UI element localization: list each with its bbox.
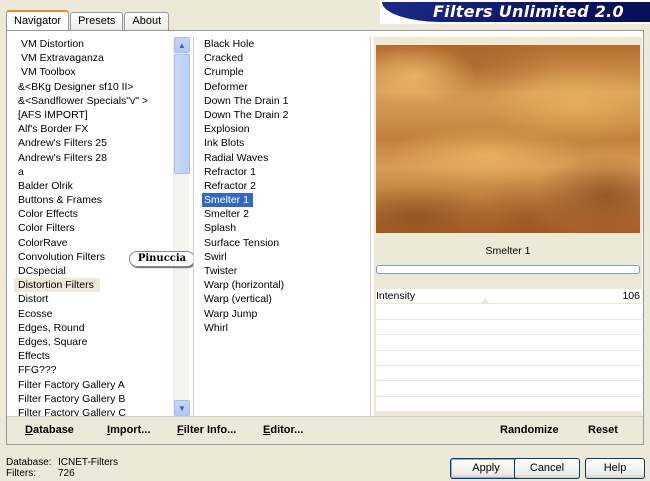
slider-row-empty [376,365,642,382]
category-item[interactable]: Buttons & Frames [9,193,189,207]
category-item[interactable]: Filter Factory Gallery B [9,392,189,406]
filter-item[interactable]: Warp (vertical) [194,292,370,306]
filter-item[interactable]: Splash [194,221,370,235]
slider-row-empty [376,396,642,413]
category-item[interactable]: Balder Olrik [9,179,189,193]
filter-item[interactable]: Twister [194,264,370,278]
filter-item[interactable]: Down The Drain 1 [194,94,370,108]
slider-row-empty [376,304,642,320]
progress-bar [376,265,640,274]
category-item[interactable]: FFG??? [9,363,189,377]
category-item[interactable]: Color Filters [9,221,189,235]
slider-value: 106 [622,290,640,302]
tab-navigator[interactable]: Navigator [6,10,70,31]
category-item[interactable]: Andrew's Filters 25 [9,136,189,150]
database-button[interactable]: Database [25,424,74,436]
filter-item[interactable]: Warp (horizontal) [194,278,370,292]
help-button[interactable]: Help [585,458,645,479]
filter-item[interactable]: Smelter 2 [194,207,370,221]
category-item[interactable]: Distortion Filters [9,278,189,293]
preview-area: Smelter 1 Intensity 106 [374,37,642,416]
filter-item[interactable]: Refractor 1 [194,165,370,179]
filter-list[interactable]: Black Hole Cracked Crumple Deformer Down The… [193,37,371,416]
panel-toolbar: Database Import... Filter Info... Editor… [7,416,643,444]
filter-item[interactable]: Ink Blots [194,136,370,150]
preview-image [376,45,640,233]
filter-item[interactable]: Smelter 1 [194,193,370,208]
category-item[interactable]: Filter Factory Gallery A [9,378,189,392]
filter-item[interactable]: Cracked [194,51,370,65]
slider-row-empty [376,350,642,366]
category-list[interactable]: VM Distortion VM Extravaganza VM Toolbox &<… [9,37,195,419]
filter-item[interactable]: Black Hole [194,37,370,51]
slider-list: Intensity 106 [376,289,642,413]
cancel-button[interactable]: Cancel [514,458,580,479]
filter-item[interactable]: Refractor 2 [194,179,370,193]
database-label: Database: [6,457,52,468]
status-info: Database: ICNET-Filters Filters: 726 [6,457,118,479]
category-item[interactable]: VM Extravaganza [9,51,189,65]
category-item[interactable]: Edges, Square [9,335,189,349]
filter-item[interactable]: Crumple [194,65,370,79]
slider-thumb-icon[interactable] [480,298,490,304]
category-item[interactable]: &<BKg Designer sf10 II> [9,80,189,94]
scroll-down-icon[interactable]: ▼ [174,400,190,416]
filter-item[interactable]: Surface Tension [194,236,370,250]
randomize-button[interactable]: Randomize [500,424,559,436]
filter-item-selected[interactable]: Smelter 1 [202,193,253,208]
filter-item[interactable]: Warp Jump [194,307,370,321]
filter-item[interactable]: Whirl [194,321,370,335]
apply-button[interactable]: Apply [450,458,522,479]
category-item[interactable]: VM Toolbox [9,65,189,79]
category-item[interactable]: ColorRave [9,236,189,250]
category-item[interactable]: Edges, Round [9,321,189,335]
import-button[interactable]: Import... [107,424,150,436]
category-item[interactable]: [AFS IMPORT] [9,108,189,122]
slider-row-empty [376,319,642,336]
category-item[interactable]: Alf's Border FX [9,122,189,136]
scroll-up-icon[interactable]: ▲ [174,37,190,53]
filter-item[interactable]: Deformer [194,80,370,94]
database-value: ICNET-Filters [58,457,118,468]
slider-row-intensity[interactable]: Intensity 106 [376,289,642,305]
tab-presets[interactable]: Presets [70,12,124,31]
slider-label: Intensity [376,290,416,302]
tab-about[interactable]: About [124,12,170,31]
filter-item[interactable]: Explosion [194,122,370,136]
filters-count-label: Filters: [6,468,36,479]
scroll-thumb[interactable] [174,54,190,174]
category-item[interactable]: Distort [9,292,189,306]
category-item[interactable]: VM Distortion [9,37,189,51]
filters-count-value: 726 [58,468,75,479]
category-item[interactable]: Andrew's Filters 28 [9,151,189,165]
reset-button[interactable]: Reset [588,424,618,436]
category-item[interactable]: a [9,165,189,179]
tab-strip: Navigator Presets About [6,10,170,31]
category-item[interactable]: Effects [9,349,189,363]
filter-item[interactable]: Radial Waves [194,151,370,165]
slider-row-empty [376,381,642,397]
watermark-logo: Pinuccia [129,251,195,267]
filter-item[interactable]: Swirl [194,250,370,264]
navigator-panel: VM Distortion VM Extravaganza VM Toolbox &<… [6,30,644,445]
category-item[interactable]: Ecosse [9,307,189,321]
slider-row-empty [376,335,642,351]
category-scrollbar[interactable]: ▲ ▼ [173,37,190,416]
filter-info-button[interactable]: Filter Info... [177,424,236,436]
banner-title: Filters Unlimited 2.0 [432,2,624,21]
title-banner: Filters Unlimited 2.0 [380,0,650,24]
category-item-selected[interactable]: Distortion Filters [14,278,100,293]
category-item[interactable]: Color Effects [9,207,189,221]
category-item[interactable]: &<Sandflower Specials"v" > [9,94,189,108]
filter-item[interactable]: Down The Drain 2 [194,108,370,122]
editor-button[interactable]: Editor... [263,424,303,436]
preview-filter-name: Smelter 1 [485,245,531,257]
